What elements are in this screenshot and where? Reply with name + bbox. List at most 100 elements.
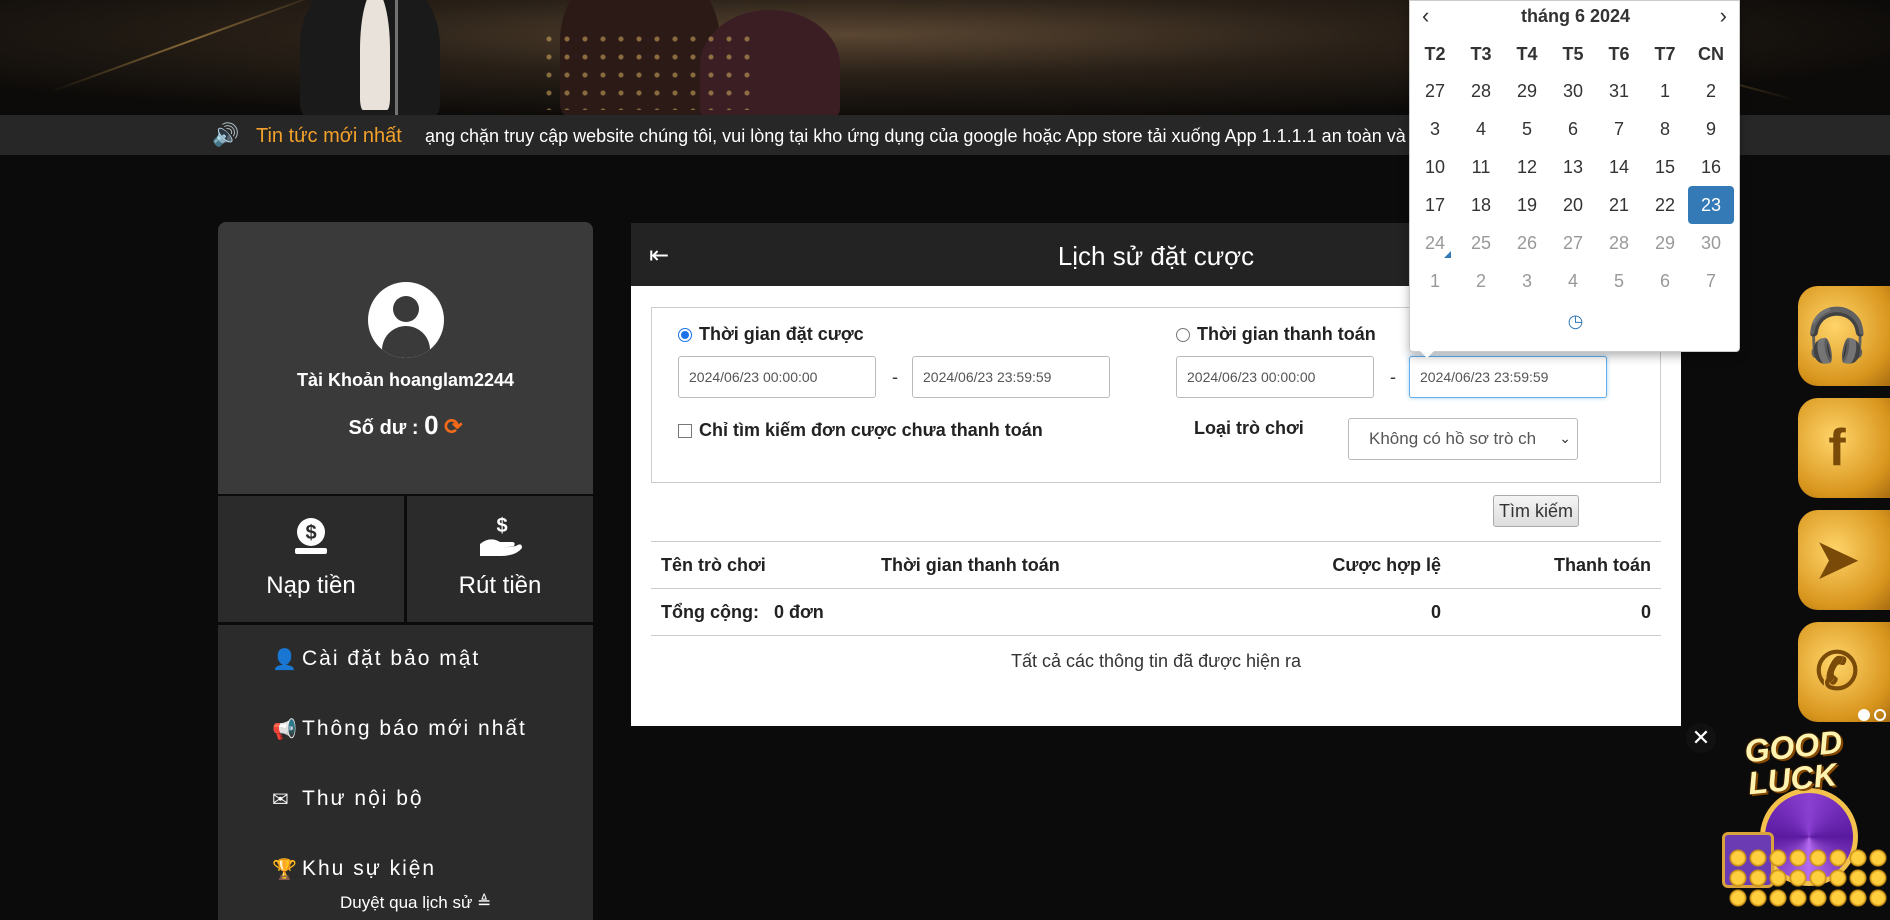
calendar-day[interactable]: 12 — [1504, 148, 1550, 186]
calendar-day[interactable]: 14 — [1596, 148, 1642, 186]
support-headset-icon: 🎧 — [1804, 307, 1870, 365]
calendar-day[interactable]: 23 — [1688, 186, 1734, 224]
calendar-day[interactable]: 27 — [1550, 224, 1596, 262]
carousel-dot[interactable] — [1874, 709, 1886, 721]
calendar-day[interactable]: 4 — [1550, 262, 1596, 300]
pay-to-input[interactable]: 2024/06/23 23:59:59 — [1409, 356, 1607, 398]
telegram-button[interactable]: ➤ — [1798, 510, 1890, 610]
calendar-day[interactable]: 5 — [1596, 262, 1642, 300]
calendar-day[interactable]: 30 — [1550, 72, 1596, 110]
calendar-day[interactable]: 18 — [1458, 186, 1504, 224]
calendar-grid: T2 T3 T4 T5 T6 T7 CN 27 28 29 30 31 1 2 3 4 5 6 7 8 9 10 11 12 1… — [1412, 34, 1739, 300]
table-header-row: Tên trò chơi Thời gian thanh toán Cược h… — [651, 541, 1661, 589]
calendar-day[interactable]: 28 — [1458, 72, 1504, 110]
calendar-day[interactable]: 11 — [1458, 148, 1504, 186]
calendar-day[interactable]: 16 — [1688, 148, 1734, 186]
calendar-day[interactable]: 28 — [1596, 224, 1642, 262]
promo-text: GOOD LUCK — [1742, 723, 1844, 802]
ticker-text[interactable]: ạng chặn truy cập website chúng tôi, vui… — [425, 126, 1415, 148]
unpaid-only-checkbox[interactable]: Chỉ tìm kiếm đơn cược chưa thanh toán — [678, 420, 1043, 441]
calendar-day[interactable]: 15 — [1642, 148, 1688, 186]
calendar-day[interactable]: 9 — [1688, 110, 1734, 148]
col-game-name: Tên trò chơi — [651, 541, 871, 589]
calendar-day[interactable]: 7 — [1688, 262, 1734, 300]
money-bag-icon: $ — [218, 514, 404, 568]
game-type-select[interactable]: Không có hồ sơ trò ch ⌄ — [1348, 418, 1578, 460]
withdraw-button[interactable]: $ Rút tiền — [407, 496, 593, 622]
calendar-day[interactable]: 7 — [1596, 110, 1642, 148]
calendar-day[interactable]: 27 — [1412, 72, 1458, 110]
radio-label: Thời gian đặt cược — [699, 324, 864, 344]
user-lock-icon: 👤 — [272, 649, 299, 671]
menu-item-label: Khu sự kiện — [302, 857, 437, 880]
megaphone-icon: 📢 — [272, 719, 299, 741]
support-button[interactable]: 🎧 — [1798, 286, 1890, 386]
clock-icon[interactable]: ◷ — [1410, 311, 1741, 332]
col-payout: Thanh toán — [1451, 541, 1661, 589]
calendar-day[interactable]: 13 — [1550, 148, 1596, 186]
next-month-icon[interactable]: › — [1720, 3, 1727, 29]
menu-item-security[interactable]: 👤 Cài đặt bảo mật — [218, 641, 593, 711]
range-dash: - — [892, 367, 898, 387]
weekday-header: T2 — [1424, 44, 1446, 64]
phone-button[interactable]: ✆ — [1798, 622, 1890, 722]
total-valid-bet: 0 — [1171, 588, 1451, 636]
calendar-day[interactable]: 29 — [1504, 72, 1550, 110]
calendar-day[interactable]: 4 — [1458, 110, 1504, 148]
calendar-day[interactable]: 2 — [1458, 262, 1504, 300]
browse-history-link[interactable]: Duyệt qua lịch sử ≜ — [340, 893, 491, 913]
calendar-day[interactable]: 26 — [1504, 224, 1550, 262]
calendar-day[interactable]: 25 — [1458, 224, 1504, 262]
radio-bet-time[interactable]: Thời gian đặt cược — [678, 324, 864, 345]
weekday-header: CN — [1698, 44, 1724, 64]
calendar-day[interactable]: 8 — [1642, 110, 1688, 148]
calendar-day[interactable]: 1 — [1642, 72, 1688, 110]
calendar-day[interactable]: 24 — [1412, 224, 1458, 262]
menu-item-announcements[interactable]: 📢 Thông báo mới nhất — [218, 711, 593, 781]
calendar-day[interactable]: 1 — [1412, 262, 1458, 300]
facebook-button[interactable]: f — [1798, 398, 1890, 498]
close-promo-button[interactable]: ✕ — [1686, 723, 1716, 753]
calendar-day[interactable]: 20 — [1550, 186, 1596, 224]
calendar-day[interactable]: 2 — [1688, 72, 1734, 110]
pay-from-input[interactable]: 2024/06/23 00:00:00 — [1176, 356, 1374, 398]
good-luck-promo[interactable]: GOOD LUCK — [1718, 723, 1890, 908]
calendar-day[interactable]: 6 — [1550, 110, 1596, 148]
search-button[interactable]: Tìm kiếm — [1493, 495, 1579, 527]
radio-indicator — [678, 327, 692, 342]
calendar-day[interactable]: 29 — [1642, 224, 1688, 262]
calendar-day[interactable]: 3 — [1412, 110, 1458, 148]
calendar-day[interactable]: 5 — [1504, 110, 1550, 148]
facebook-icon: f — [1828, 419, 1846, 477]
total-label: Tổng cộng: — [661, 601, 759, 622]
calendar-day[interactable]: 17 — [1412, 186, 1458, 224]
calendar-day[interactable]: 19 — [1504, 186, 1550, 224]
calendar-day[interactable]: 22 — [1642, 186, 1688, 224]
avatar — [368, 282, 444, 358]
menu-item-label: Cài đặt bảo mật — [302, 647, 481, 670]
bet-from-input[interactable]: 2024/06/23 00:00:00 — [678, 356, 876, 398]
select-value: Không có hồ sơ trò ch — [1369, 429, 1537, 448]
radio-label: Thời gian thanh toán — [1197, 324, 1376, 344]
deposit-button[interactable]: $ Nạp tiền — [218, 496, 404, 622]
refresh-icon[interactable]: ⟳ — [444, 414, 462, 439]
calendar-day[interactable]: 3 — [1504, 262, 1550, 300]
game-type-label: Loại trò chơi — [1194, 418, 1304, 438]
carousel-dot[interactable] — [1858, 709, 1870, 721]
banner-chips — [540, 30, 760, 110]
calendar-day[interactable]: 6 — [1642, 262, 1688, 300]
range-dash: - — [1390, 367, 1396, 387]
menu-item-label: Thông báo mới nhất — [302, 717, 527, 740]
hand-money-icon: $ — [407, 514, 593, 568]
radio-pay-time[interactable]: Thời gian thanh toán — [1176, 324, 1376, 345]
calendar-day[interactable]: 10 — [1412, 148, 1458, 186]
calendar-day[interactable]: 31 — [1596, 72, 1642, 110]
checkbox-box — [678, 423, 692, 438]
total-count: 0 đơn — [774, 601, 824, 622]
weekday-header: T5 — [1562, 44, 1584, 64]
month-title[interactable]: tháng 6 2024 — [1410, 6, 1741, 27]
calendar-day[interactable]: 21 — [1596, 186, 1642, 224]
calendar-day[interactable]: 30 — [1688, 224, 1734, 262]
menu-item-inbox[interactable]: ✉ Thư nội bộ — [218, 781, 593, 851]
bet-to-input[interactable]: 2024/06/23 23:59:59 — [912, 356, 1110, 398]
